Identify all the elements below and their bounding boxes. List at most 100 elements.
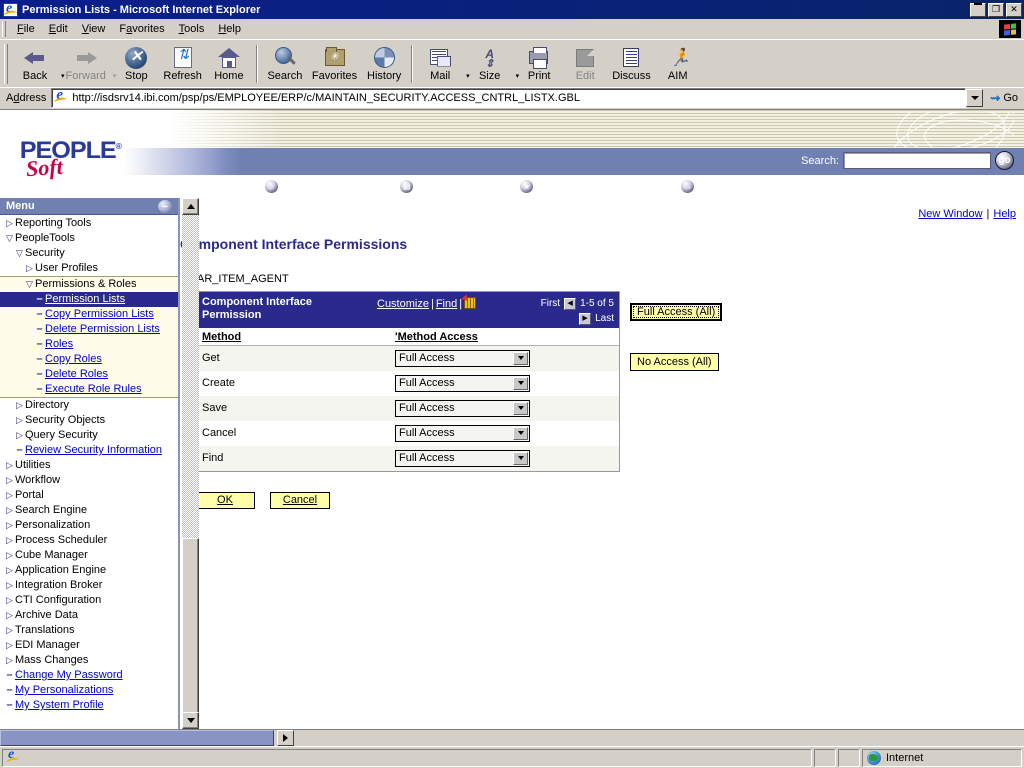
menu-grip[interactable] [2, 21, 6, 37]
scrollbar-thumb[interactable] [182, 538, 199, 714]
hscrollbar-thumb[interactable] [0, 730, 274, 746]
sidebar-item-utilities[interactable]: ▷ Utilities [0, 458, 178, 473]
download-grid-icon[interactable] [464, 297, 476, 309]
method-access-select-cancel[interactable]: Full Access [395, 425, 530, 442]
maximize-button[interactable]: ❐ [988, 3, 1004, 17]
ok-button[interactable]: OK [195, 492, 255, 509]
sidebar-item-security[interactable]: ▽ Security [0, 246, 178, 261]
toolbar-back-button[interactable]: Back [12, 42, 58, 86]
sidebar-item-translations[interactable]: ▷ Translations [0, 623, 178, 638]
sidebar-item-permission-lists[interactable]: – Permission Lists [0, 292, 178, 307]
toolbar-favorites-button[interactable]: Favorites [308, 42, 361, 86]
sidebar-item-execute-role-rules[interactable]: – Execute Role Rules [0, 382, 178, 397]
sidebar-item-delete-roles[interactable]: – Delete Roles [0, 367, 178, 382]
no-access-all-button[interactable]: No Access (All) [630, 353, 719, 371]
menu-tools[interactable]: Tools [172, 21, 212, 37]
sidebar-item-directory[interactable]: ▷ Directory [0, 398, 178, 413]
first-label[interactable]: First [541, 297, 560, 311]
sidebar-item-portal[interactable]: ▷ Portal [0, 488, 178, 503]
sidebar-item-query-security[interactable]: ▷ Query Security [0, 428, 178, 443]
toolbar-aim-button[interactable]: 🏃 AIM [655, 42, 701, 86]
sidebar-item-search-engine[interactable]: ▷ Search Engine [0, 503, 178, 518]
sidebar-item-workflow[interactable]: ▷ Workflow [0, 473, 178, 488]
chevron-down-icon[interactable] [513, 402, 528, 415]
scroll-up-button[interactable] [182, 198, 199, 215]
column-header-method[interactable]: Method [196, 328, 389, 346]
search-input[interactable] [843, 152, 991, 169]
toolbar-home-button[interactable]: Home [206, 42, 252, 86]
sidebar-item-roles[interactable]: – Roles [0, 337, 178, 352]
menu-edit[interactable]: Edit [42, 21, 75, 37]
method-access-select-save[interactable]: Full Access [395, 400, 530, 417]
menu-file[interactable]: File [10, 21, 42, 37]
address-input[interactable]: http://isdsrv14.ibi.com/psp/ps/EMPLOYEE/… [51, 88, 966, 108]
chevron-down-icon[interactable] [513, 377, 528, 390]
toolbar-discuss-button[interactable]: Discuss [608, 42, 655, 86]
toolbar-mail-button[interactable]: Mail [417, 42, 463, 86]
toolbar-history-button[interactable]: History [361, 42, 407, 86]
help-link[interactable]: Help [993, 208, 1016, 220]
prev-arrow-icon[interactable]: ◀ [564, 298, 576, 310]
sidebar-item-archive-data[interactable]: ▷ Archive Data [0, 608, 178, 623]
chevron-down-icon[interactable] [513, 452, 528, 465]
page-vertical-scrollbar[interactable] [182, 198, 199, 729]
customize-link[interactable]: Customize [377, 298, 429, 310]
sidebar-item-copy-permission-lists[interactable]: – Copy Permission Lists [0, 307, 178, 322]
toolbar-search-button[interactable]: Search [262, 42, 308, 86]
toolbar-size-button[interactable]: A Size [467, 42, 513, 86]
sidebar-item-mass-changes[interactable]: ▷ Mass Changes [0, 653, 178, 668]
sidebar-item-integration-broker[interactable]: ▷ Integration Broker [0, 578, 178, 593]
chevron-down-icon[interactable] [513, 352, 528, 365]
next-arrow-icon[interactable]: ▶ [579, 313, 591, 325]
toolbar-print-button[interactable]: Print [516, 42, 562, 86]
full-access-all-button[interactable]: Full Access (All) [630, 303, 722, 321]
scroll-right-button[interactable] [277, 730, 294, 746]
find-link[interactable]: Find [436, 298, 457, 310]
sidebar-item-review-security-information[interactable]: – Review Security Information [0, 443, 178, 458]
sidebar-item-edi-manager[interactable]: ▷ EDI Manager [0, 638, 178, 653]
nav-signout-link[interactable]: → Sign out [681, 180, 739, 193]
sidebar-item-my-personalizations[interactable]: – My Personalizations [0, 683, 178, 698]
page-horizontal-scrollbar[interactable] [0, 729, 1024, 746]
toolbar-forward-button[interactable]: Forward [62, 42, 110, 86]
sidebar-item-cube-manager[interactable]: ▷ Cube Manager [0, 548, 178, 563]
sidebar-item-peopletools[interactable]: ▽ PeopleTools [0, 231, 178, 246]
chevron-down-icon[interactable] [513, 427, 528, 440]
sidebar-item-cti-configuration[interactable]: ▷ CTI Configuration [0, 593, 178, 608]
sidebar-item-process-scheduler[interactable]: ▷ Process Scheduler [0, 533, 178, 548]
nav-home-link[interactable]: ⌂ Home [265, 180, 312, 193]
method-access-select-get[interactable]: Full Access [395, 350, 530, 367]
search-go-button[interactable]: go [995, 151, 1014, 170]
new-window-link[interactable]: New Window [918, 208, 982, 220]
last-label[interactable]: Last [595, 312, 614, 326]
column-header-method-access[interactable]: 'Method Access [389, 328, 619, 346]
menu-help[interactable]: Help [211, 21, 248, 37]
sidebar-item-delete-permission-lists[interactable]: – Delete Permission Lists [0, 322, 178, 337]
go-button[interactable]: ⇝ Go [984, 91, 1022, 105]
method-access-select-find[interactable]: Full Access [395, 450, 530, 467]
toolbar-grip[interactable] [4, 44, 8, 84]
sidebar-item-change-my-password[interactable]: – Change My Password [0, 668, 178, 683]
minimize-circle-icon[interactable]: – [158, 200, 172, 213]
scroll-down-button[interactable] [182, 712, 199, 729]
method-access-select-create[interactable]: Full Access [395, 375, 530, 392]
nav-worklist-link[interactable]: ▤ Worklist [400, 180, 457, 193]
menu-view[interactable]: View [75, 21, 113, 37]
toolbar-edit-button[interactable]: Edit [562, 42, 608, 86]
sidebar-item-personalization[interactable]: ▷ Personalization [0, 518, 178, 533]
sidebar-item-permissions-roles[interactable]: ▽ Permissions & Roles [0, 277, 178, 292]
sidebar-item-copy-roles[interactable]: – Copy Roles [0, 352, 178, 367]
sidebar-item-application-engine[interactable]: ▷ Application Engine [0, 563, 178, 578]
sidebar-item-my-system-profile[interactable]: – My System Profile [0, 698, 178, 713]
sidebar-item-user-profiles[interactable]: ▷ User Profiles [0, 261, 178, 276]
toolbar-refresh-button[interactable]: Refresh [159, 42, 206, 86]
address-dropdown-button[interactable] [966, 89, 983, 107]
nav-add-favorites-link[interactable]: ★ Add to Favorites [520, 180, 618, 193]
menu-favorites[interactable]: Favorites [112, 21, 171, 37]
toolbar-stop-button[interactable]: ✕ Stop [113, 42, 159, 86]
sidebar-item-security-objects[interactable]: ▷ Security Objects [0, 413, 178, 428]
sidebar-item-reporting-tools[interactable]: ▷ Reporting Tools [0, 216, 178, 231]
cancel-button[interactable]: Cancel [270, 492, 330, 509]
minimize-button[interactable] [970, 3, 986, 17]
close-button[interactable]: ✕ [1006, 3, 1022, 17]
